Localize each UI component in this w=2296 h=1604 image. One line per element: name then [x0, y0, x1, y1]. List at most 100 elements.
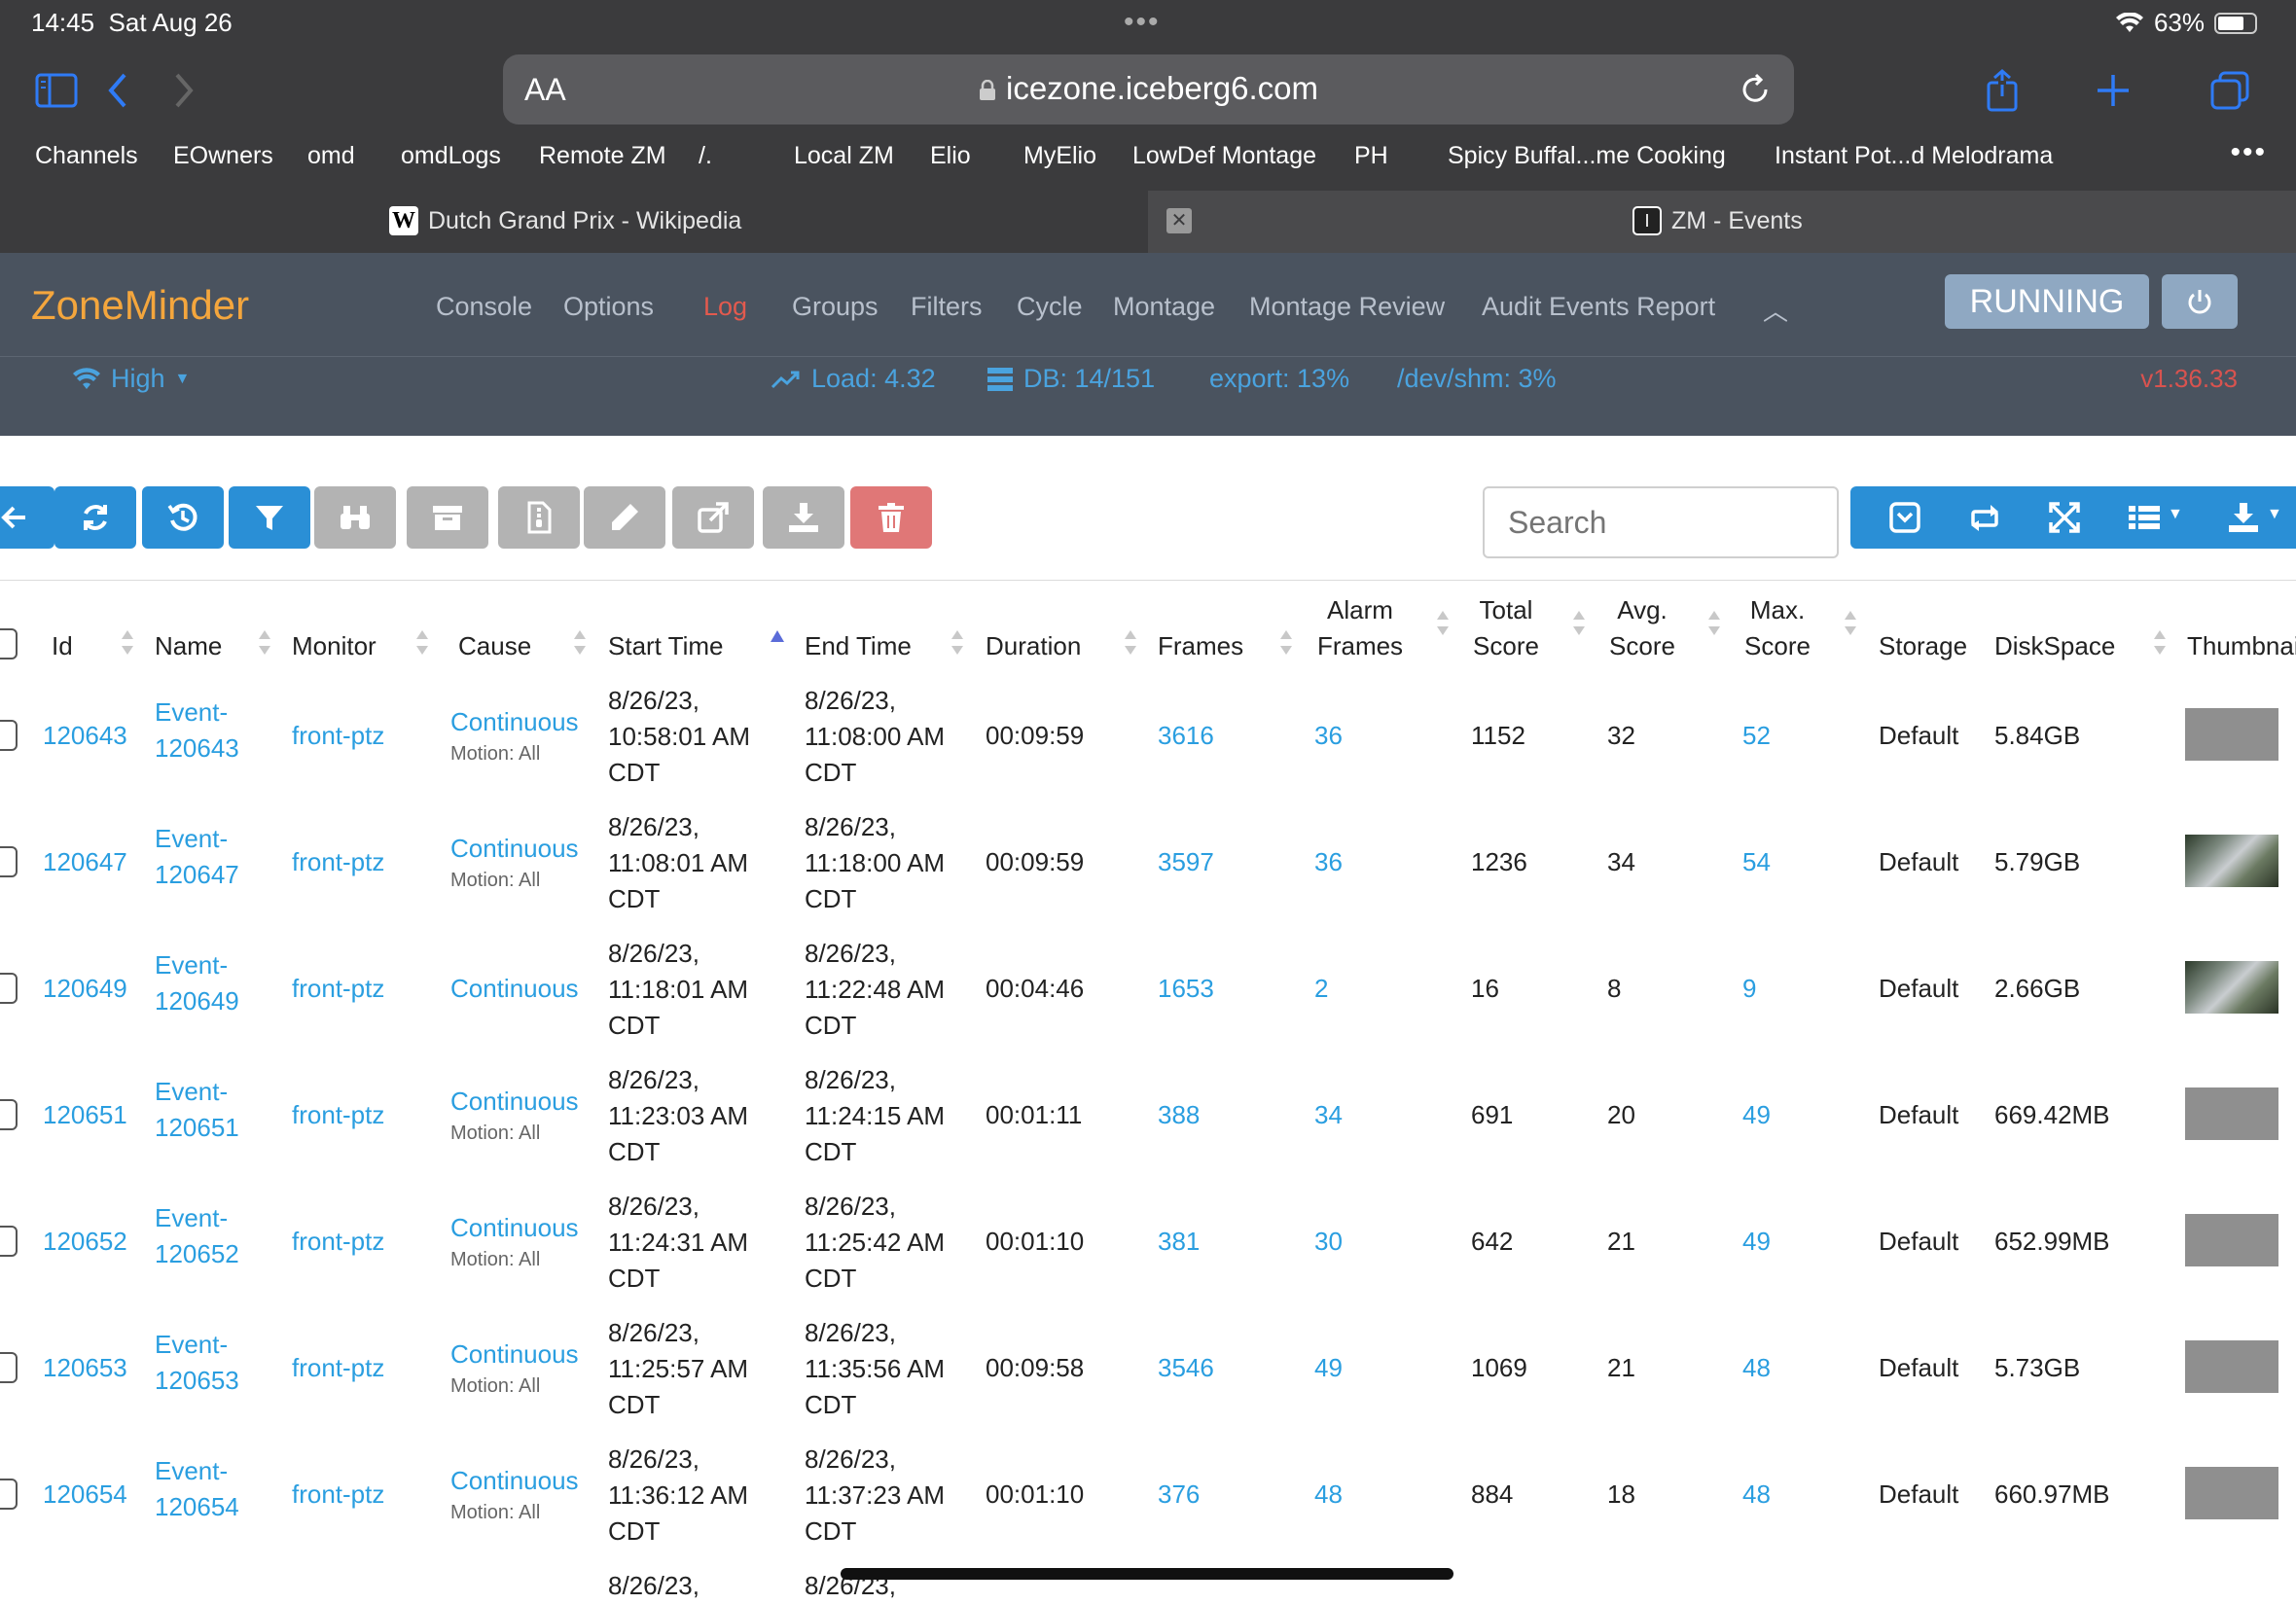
- monitor-link[interactable]: front-ptz: [292, 1097, 384, 1133]
- max-score-link[interactable]: 54: [1742, 844, 1771, 880]
- select-all-checkbox[interactable]: [0, 628, 18, 659]
- alarm-frames-link[interactable]: 48: [1314, 1477, 1343, 1513]
- version-label[interactable]: v1.36.33: [2140, 364, 2238, 394]
- sort-icon[interactable]: [574, 630, 586, 658]
- toggle-icon[interactable]: [1887, 500, 1922, 535]
- col-avg-score[interactable]: Avg. Score: [1607, 592, 1677, 664]
- sort-icon[interactable]: [122, 630, 133, 658]
- col-total-score[interactable]: Total Score: [1471, 592, 1541, 664]
- row-checkbox[interactable]: [0, 1226, 18, 1257]
- sort-icon[interactable]: [1573, 611, 1585, 638]
- event-id-link[interactable]: 120653: [43, 1350, 127, 1386]
- bookmark-item[interactable]: PH: [1354, 142, 1388, 170]
- cause-link[interactable]: Continuous: [450, 704, 579, 740]
- history-button[interactable]: [142, 486, 224, 549]
- sort-icon[interactable]: [1708, 611, 1720, 638]
- bandwidth-dropdown[interactable]: High ▼: [72, 364, 190, 394]
- monitor-link[interactable]: front-ptz: [292, 1350, 384, 1386]
- bookmark-item[interactable]: Instant Pot...d Melodrama: [1775, 142, 2053, 170]
- col-cause[interactable]: Cause: [458, 628, 531, 664]
- export-button[interactable]: [672, 486, 754, 549]
- alarm-frames-link[interactable]: 34: [1314, 1097, 1343, 1133]
- row-checkbox[interactable]: [0, 1479, 18, 1510]
- frames-link[interactable]: 388: [1158, 1097, 1200, 1133]
- col-diskspace[interactable]: DiskSpace: [1994, 628, 2115, 664]
- nav-filters[interactable]: Filters: [911, 292, 983, 322]
- col-monitor[interactable]: Monitor: [292, 628, 377, 664]
- event-thumbnail[interactable]: [2185, 1214, 2278, 1266]
- edit-button[interactable]: [584, 486, 665, 549]
- alarm-frames-link[interactable]: 30: [1314, 1224, 1343, 1260]
- bookmark-item[interactable]: Spicy Buffal...me Cooking: [1448, 142, 1726, 170]
- filter-button[interactable]: [229, 486, 310, 549]
- archive-button[interactable]: [407, 486, 488, 549]
- share-icon[interactable]: [1975, 66, 2029, 115]
- frames-link[interactable]: 3616: [1158, 718, 1214, 754]
- cause-link[interactable]: Continuous: [450, 971, 579, 1007]
- collapse-caret-icon[interactable]: ︿: [1763, 292, 1788, 328]
- sort-icon[interactable]: [2154, 630, 2166, 658]
- col-alarm-frames[interactable]: Alarm Frames: [1314, 592, 1406, 664]
- frames-link[interactable]: 3546: [1158, 1350, 1214, 1386]
- max-score-link[interactable]: 9: [1742, 971, 1756, 1007]
- unarchive-button[interactable]: [498, 486, 580, 549]
- sort-icon[interactable]: [1125, 630, 1136, 658]
- sort-ascending-icon[interactable]: [771, 630, 784, 642]
- monitor-link[interactable]: front-ptz: [292, 1224, 384, 1260]
- event-id-link[interactable]: 120652: [43, 1224, 127, 1260]
- view-button[interactable]: [314, 486, 396, 549]
- alarm-frames-link[interactable]: 49: [1314, 1350, 1343, 1386]
- sort-icon[interactable]: [951, 630, 963, 658]
- row-checkbox[interactable]: [0, 846, 18, 877]
- col-storage[interactable]: Storage: [1879, 628, 1967, 664]
- tab-wikipedia[interactable]: W Dutch Grand Prix - Wikipedia: [0, 191, 1148, 253]
- max-score-link[interactable]: 48: [1742, 1350, 1771, 1386]
- cause-link[interactable]: Continuous: [450, 1337, 579, 1372]
- cause-link[interactable]: Continuous: [450, 1463, 579, 1499]
- nav-montage-review[interactable]: Montage Review: [1249, 292, 1445, 322]
- sidebar-icon[interactable]: [29, 66, 84, 115]
- zm-logo[interactable]: ZoneMinder: [31, 282, 249, 329]
- tabs-overview-icon[interactable]: [2203, 66, 2257, 115]
- columns-list-icon[interactable]: [2127, 500, 2162, 535]
- bookmark-item[interactable]: EOwners: [173, 142, 273, 170]
- caret-down-icon[interactable]: ▼: [2267, 506, 2296, 541]
- auto-refresh-icon[interactable]: [1967, 500, 2002, 535]
- nav-cycle[interactable]: Cycle: [1017, 292, 1083, 322]
- sort-icon[interactable]: [259, 630, 270, 658]
- monitor-link[interactable]: front-ptz: [292, 844, 384, 880]
- event-id-link[interactable]: 120643: [43, 718, 127, 754]
- multitask-dots[interactable]: •••: [1124, 6, 1161, 39]
- frames-link[interactable]: 3597: [1158, 844, 1214, 880]
- event-name-link[interactable]: Event- 120649: [155, 947, 239, 1019]
- search-input[interactable]: [1483, 486, 1839, 558]
- row-checkbox[interactable]: [0, 1099, 18, 1130]
- col-max-score[interactable]: Max. Score: [1742, 592, 1812, 664]
- cause-link[interactable]: Continuous: [450, 1210, 579, 1246]
- nav-log[interactable]: Log: [703, 292, 747, 322]
- alarm-frames-link[interactable]: 36: [1314, 718, 1343, 754]
- tab-zm-events[interactable]: I ZM - Events: [1148, 191, 2296, 253]
- col-duration[interactable]: Duration: [986, 628, 1081, 664]
- event-thumbnail[interactable]: [2185, 1087, 2278, 1140]
- max-score-link[interactable]: 49: [1742, 1224, 1771, 1260]
- event-thumbnail[interactable]: [2185, 1467, 2278, 1519]
- home-indicator[interactable]: [841, 1568, 1453, 1580]
- alarm-frames-link[interactable]: 36: [1314, 844, 1343, 880]
- frames-link[interactable]: 1653: [1158, 971, 1214, 1007]
- bookmark-item[interactable]: MyElio: [1023, 142, 1096, 170]
- event-name-link[interactable]: Event- 120647: [155, 821, 239, 893]
- row-checkbox[interactable]: [0, 1352, 18, 1383]
- event-thumbnail[interactable]: [2185, 1340, 2278, 1393]
- event-name-link[interactable]: Event- 120652: [155, 1200, 239, 1272]
- export-download-icon[interactable]: [2226, 500, 2261, 535]
- bookmark-item[interactable]: Local ZM: [794, 142, 894, 170]
- reload-icon[interactable]: [1738, 72, 1773, 107]
- col-id[interactable]: Id: [52, 628, 73, 664]
- power-button[interactable]: [2162, 274, 2238, 329]
- nav-console[interactable]: Console: [436, 292, 532, 322]
- col-frames[interactable]: Frames: [1158, 628, 1243, 664]
- sort-icon[interactable]: [416, 630, 428, 658]
- event-name-link[interactable]: Event- 120654: [155, 1453, 239, 1525]
- event-id-link[interactable]: 120647: [43, 844, 127, 880]
